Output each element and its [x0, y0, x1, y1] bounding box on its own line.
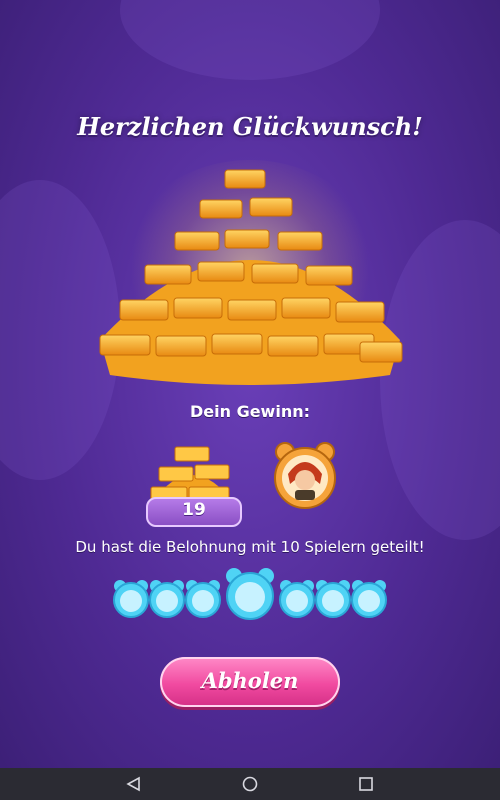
player-avatar-icon	[113, 580, 149, 618]
background-bubble	[120, 0, 380, 80]
recents-button[interactable]	[336, 768, 396, 800]
player-avatar-icon	[226, 568, 274, 620]
booster-portrait-icon	[274, 442, 336, 509]
gold-bars-pile-icon	[99, 169, 403, 385]
back-icon	[126, 776, 140, 792]
player-avatar-icon	[149, 580, 185, 618]
system-nav-bar	[0, 768, 500, 800]
player-avatar-icon	[315, 580, 351, 618]
player-avatar-icon	[351, 580, 387, 618]
back-button[interactable]	[103, 768, 163, 800]
claim-button[interactable]: Abholen	[160, 657, 340, 707]
claim-button-label: Abholen	[201, 668, 299, 693]
player-avatar-icon	[279, 580, 315, 618]
home-button[interactable]	[220, 768, 280, 800]
player-avatar-icon	[185, 580, 221, 618]
dialog-title: Herzlichen Glückwunsch!	[77, 112, 423, 141]
game-screen: Herzlichen Glückwunsch! Dein Gewinn: 19 …	[0, 0, 500, 800]
home-icon	[242, 776, 258, 792]
recents-icon	[359, 777, 373, 791]
players-row	[108, 566, 392, 626]
shared-reward-text: Du hast die Belohnung mit 10 Spielern ge…	[75, 538, 425, 556]
reward-count: 19	[182, 500, 206, 520]
win-label: Dein Gewinn:	[189, 402, 310, 421]
